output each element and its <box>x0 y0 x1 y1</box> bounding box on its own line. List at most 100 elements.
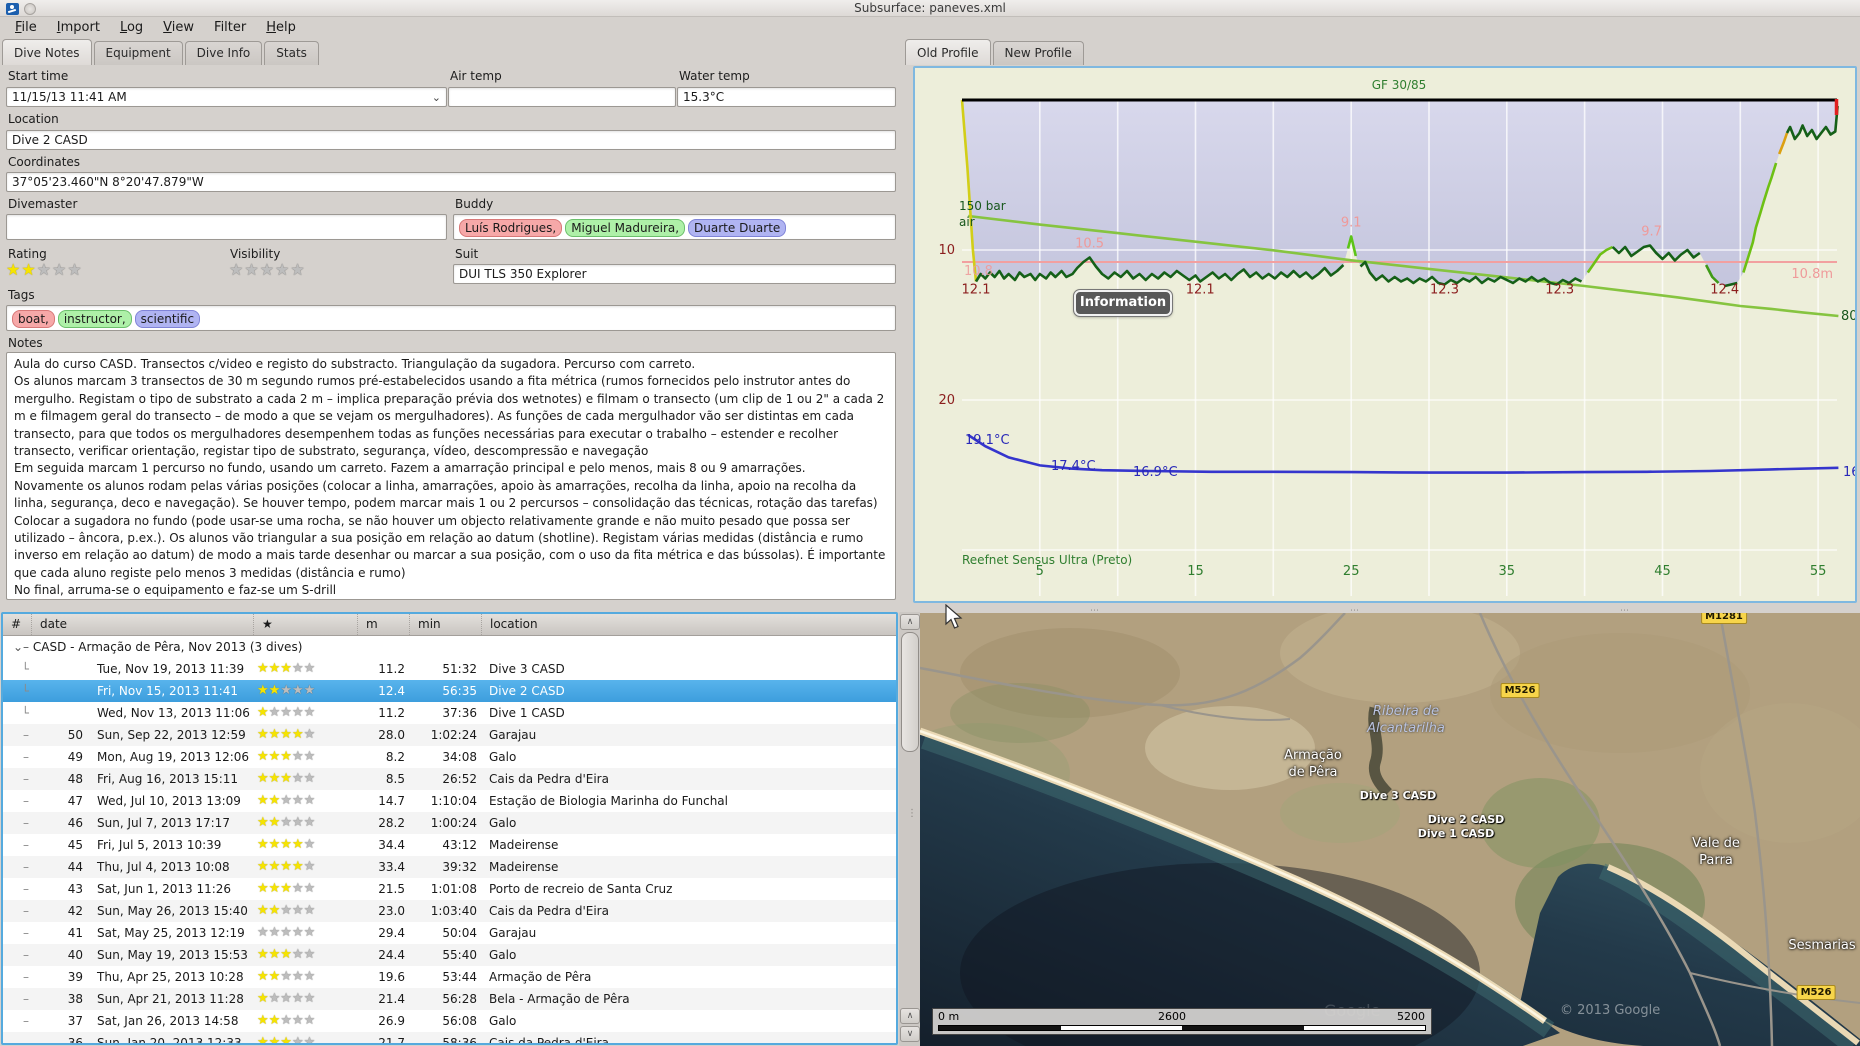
tab-dive-info[interactable]: Dive Info <box>184 41 263 65</box>
table-row[interactable]: – 40 Sun, May 19, 2013 15:53 ★★★★★ 24.4 … <box>3 944 896 966</box>
table-row[interactable]: └ Tue, Nov 19, 2013 11:39 ★★★★★ 11.2 51:… <box>3 658 896 680</box>
svg-text:45: 45 <box>1654 564 1671 579</box>
table-row[interactable]: – 44 Thu, Jul 4, 2013 10:08 ★★★★★ 33.4 3… <box>3 856 896 878</box>
svg-text:35: 35 <box>1499 564 1516 579</box>
table-row[interactable]: – 45 Fri, Jul 5, 2013 10:39 ★★★★★ 34.4 4… <box>3 834 896 856</box>
start-time-select[interactable]: 11/15/13 11:41 AM ⌄ <box>6 87 447 107</box>
table-row[interactable]: └ Fri, Nov 15, 2013 11:41 ★★★★★ 12.4 56:… <box>3 680 896 702</box>
water-temp-label: Water temp <box>679 69 750 83</box>
map-label-water: Ribeira de Alcantarilha <box>1367 704 1445 736</box>
road-badge: M1281 <box>1701 613 1747 624</box>
table-row[interactable]: – 43 Sat, Jun 1, 2013 11:26 ★★★★★ 21.5 1… <box>3 878 896 900</box>
visibility-stars[interactable]: ★★★★★ <box>229 260 306 279</box>
map-label-dive: Dive 3 CASD <box>1359 789 1437 802</box>
table-row[interactable]: – 47 Wed, Jul 10, 2013 13:09 ★★★★★ 14.7 … <box>3 790 896 812</box>
notebook-tabs: Dive Notes Equipment Dive Info Stats <box>2 38 321 65</box>
tab-equipment[interactable]: Equipment <box>93 41 183 65</box>
location-input[interactable]: Dive 2 CASD <box>6 130 896 150</box>
dive-list-scrollbar[interactable]: ∧ ⋮ ∧ ∨ <box>899 612 921 1046</box>
notes-textarea[interactable]: Aula do curso CASD. Transectos c/video e… <box>6 352 896 600</box>
tab-old-profile[interactable]: Old Profile <box>905 39 991 65</box>
table-row[interactable]: – 49 Mon, Aug 19, 2013 12:06 ★★★★★ 8.2 3… <box>3 746 896 768</box>
table-row[interactable]: – 48 Fri, Aug 16, 2013 15:11 ★★★★★ 8.5 2… <box>3 768 896 790</box>
svg-text:GF 30/85: GF 30/85 <box>1372 78 1427 92</box>
dive-profile-chart[interactable]: GF 30/85 Reefnet Sensus Ultra (Preto) 5 15 2… <box>913 66 1857 603</box>
table-row[interactable]: – 36 Sun, Jan 20, 2013 12:33 ★★★★★ 21.7 … <box>3 1032 896 1043</box>
notes-label: Notes <box>8 336 43 350</box>
divemaster-input[interactable] <box>6 214 447 240</box>
tag-pill[interactable]: Luís Rodrigues, <box>459 219 563 237</box>
scroll-down-button[interactable]: ∨ <box>900 1026 920 1042</box>
suit-input[interactable]: DUI TLS 350 Explorer <box>453 264 896 284</box>
svg-text:9.1: 9.1 <box>1341 216 1362 231</box>
svg-text:20: 20 <box>938 393 955 408</box>
svg-text:10.5: 10.5 <box>1075 237 1104 252</box>
information-tooltip-button[interactable]: Information <box>1073 289 1173 317</box>
water-temp-input[interactable]: 15.3°C <box>677 87 896 107</box>
tags-label: Tags <box>8 288 35 302</box>
tab-stats[interactable]: Stats <box>264 41 319 65</box>
menu-log[interactable]: Log <box>111 18 152 37</box>
table-row[interactable]: – 39 Thu, Apr 25, 2013 10:28 ★★★★★ 19.6 … <box>3 966 896 988</box>
col-date[interactable]: date <box>31 614 253 635</box>
col-depth[interactable]: m <box>357 614 409 635</box>
scroll-up-button-2[interactable]: ∧ <box>900 1008 920 1024</box>
tag-pill[interactable]: instructor, <box>57 310 132 328</box>
svg-text:12.3: 12.3 <box>1545 283 1574 298</box>
tab-new-profile[interactable]: New Profile <box>992 41 1084 65</box>
col-location[interactable]: location <box>481 614 896 635</box>
rating-stars[interactable]: ★★★★★ <box>6 260 83 279</box>
air-temp-input[interactable] <box>448 87 676 107</box>
tags-input[interactable]: boat, instructor, scientific <box>6 305 896 331</box>
horizontal-splitter[interactable]: ⋯ ⋯ ⋯ <box>920 603 1860 616</box>
svg-text:16.9°C: 16.9°C <box>1133 465 1178 480</box>
tag-pill[interactable]: scientific <box>134 310 201 328</box>
table-row[interactable]: – 38 Sun, Apr 21, 2013 11:28 ★★★★★ 21.4 … <box>3 988 896 1010</box>
table-row[interactable]: – 42 Sun, May 26, 2013 15:40 ★★★★★ 23.0 … <box>3 900 896 922</box>
scroll-up-button[interactable]: ∧ <box>900 614 920 630</box>
menu-view[interactable]: View <box>154 18 203 37</box>
map-terrain <box>920 613 1860 1046</box>
buddy-input[interactable]: Luís Rodrigues, Miguel Madureira, Duarte D… <box>453 214 896 240</box>
tag-pill[interactable]: Duarte Duarte <box>688 219 787 237</box>
map-label-dive: Dive 1 CASD <box>1417 827 1495 840</box>
table-row[interactable]: – 50 Sun, Sep 22, 2013 12:59 ★★★★★ 28.0 … <box>3 724 896 746</box>
rating-label: Rating <box>8 247 47 261</box>
coordinates-input[interactable]: 37°05'23.460"N 8°20'47.879"W <box>6 172 896 192</box>
tag-pill[interactable]: boat, <box>12 310 55 328</box>
svg-text:air: air <box>959 215 975 229</box>
window-title: Subsurface: paneves.xml <box>854 1 1006 15</box>
map-scale-bar: 0 m 2600 5200 <box>932 1008 1432 1035</box>
dive-list-header[interactable]: # date ★ m min location <box>3 614 896 636</box>
dive-list-table: # date ★ m min location ⌄– CASD - Armação de … <box>1 612 898 1045</box>
menu-filter[interactable]: Filter <box>205 18 255 37</box>
tag-pill[interactable]: Miguel Madureira, <box>565 219 686 237</box>
scale-bar-segments <box>938 1025 1426 1031</box>
svg-text:Reefnet Sensus Ultra (Preto): Reefnet Sensus Ultra (Preto) <box>962 553 1132 567</box>
title-bar[interactable]: Subsurface: paneves.xml <box>0 0 1860 17</box>
suit-label: Suit <box>455 247 479 261</box>
trip-row[interactable]: ⌄– CASD - Armação de Pêra, Nov 2013 (3 d… <box>3 636 896 658</box>
map-label-dive: Dive 2 CASD <box>1427 813 1505 826</box>
svg-text:150 bar: 150 bar <box>959 199 1006 213</box>
svg-text:80: 80 <box>1841 309 1855 324</box>
table-row[interactable]: – 46 Sun, Jul 7, 2013 17:17 ★★★★★ 28.2 1… <box>3 812 896 834</box>
col-num[interactable]: # <box>3 614 31 635</box>
copyright-watermark: © 2013 Google <box>1560 1003 1661 1018</box>
menu-file[interactable]: File <box>6 18 46 37</box>
table-row[interactable]: – 41 Sat, May 25, 2013 12:19 ★★★★★ 29.4 … <box>3 922 896 944</box>
table-row[interactable]: – 37 Sat, Jan 26, 2013 14:58 ★★★★★ 26.9 … <box>3 1010 896 1032</box>
scrollbar-thumb[interactable] <box>901 632 919 752</box>
menu-help[interactable]: Help <box>257 18 305 37</box>
dive-site-map[interactable]: Armação de Pêra Ribeira de Alcantarilha Va… <box>920 613 1860 1046</box>
svg-text:10.8: 10.8 <box>964 264 993 279</box>
start-time-label: Start time <box>8 69 69 83</box>
svg-text:19.1°C: 19.1°C <box>965 433 1010 448</box>
col-min[interactable]: min <box>409 614 481 635</box>
menu-import[interactable]: Import <box>48 18 109 37</box>
subsurface-window: Subsurface: paneves.xml File Import Log Vie… <box>0 0 1860 1046</box>
col-stars[interactable]: ★ <box>253 614 357 635</box>
svg-text:12.4: 12.4 <box>1710 283 1739 298</box>
table-row[interactable]: └ Wed, Nov 13, 2013 11:06 ★★★★★ 11.2 37:… <box>3 702 896 724</box>
tab-dive-notes[interactable]: Dive Notes <box>2 39 92 65</box>
